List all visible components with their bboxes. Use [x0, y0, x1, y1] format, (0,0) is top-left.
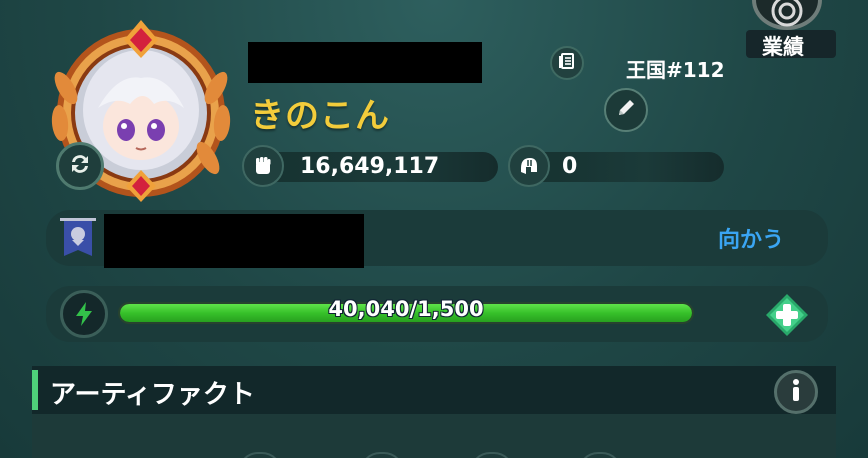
player-name: きのこん: [250, 96, 390, 136]
guild-banner-icon: [58, 216, 98, 260]
book-icon: [558, 52, 576, 74]
energy-value: 40,040/1,500: [328, 297, 484, 321]
achievements-label: 業績: [762, 35, 804, 59]
helmet-value: 0: [562, 154, 578, 179]
achievements-button[interactable]: 業績: [742, 0, 838, 59]
helmet-icon: [508, 145, 550, 187]
artifact-info-button[interactable]: [774, 370, 818, 414]
goto-guild-button[interactable]: 向かう: [718, 222, 784, 254]
profile-book-button[interactable]: [550, 46, 584, 80]
pencil-icon: [615, 97, 637, 123]
swap-icon: [66, 150, 94, 182]
info-icon: [789, 378, 803, 406]
power-value: 16,649,117: [300, 154, 440, 179]
redacted-area: [248, 42, 482, 83]
swap-avatar-button[interactable]: [56, 142, 104, 190]
section-accent: [32, 370, 38, 410]
medal-icon: [752, 0, 822, 30]
redacted-area: [104, 214, 364, 268]
add-energy-button[interactable]: [764, 292, 810, 338]
lightning-icon: [60, 290, 108, 338]
kingdom-label: 王国#112: [626, 58, 725, 82]
helmet-stat: [528, 152, 724, 182]
plus-icon: [766, 294, 808, 336]
artifact-title: アーティファクト: [50, 380, 255, 410]
edit-name-button[interactable]: [604, 88, 648, 132]
fist-icon: [242, 145, 284, 187]
